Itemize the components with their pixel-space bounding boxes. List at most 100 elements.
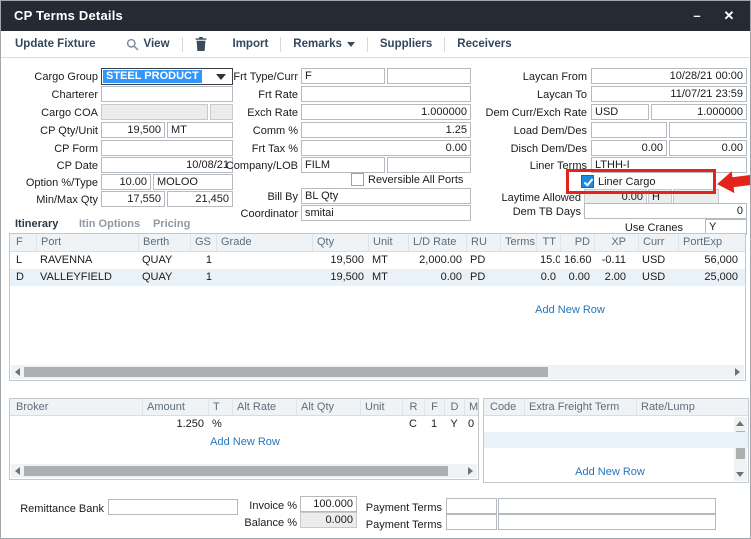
payment-terms-2-code-field[interactable] [446,514,497,530]
grid-cell[interactable]: 2.00 [594,269,630,286]
column-header[interactable]: Broker [12,399,142,415]
frt-tax-field[interactable]: 0.00 [301,140,471,156]
column-header[interactable]: Alt Rate [232,399,296,415]
column-header[interactable]: Curr [638,234,678,251]
grid-cell[interactable]: 0 [464,416,478,432]
grid-cell[interactable]: % [208,416,232,432]
grid-cell[interactable] [636,416,734,432]
scroll-left-icon[interactable] [15,467,20,475]
exch-rate-field[interactable]: 1.000000 [301,104,471,120]
frt-type-field[interactable]: F [301,68,385,84]
grid-cell[interactable] [216,269,312,286]
frt-rate-field[interactable] [301,86,471,102]
column-header[interactable]: Port [36,234,136,251]
update-fixture-button[interactable]: Update Fixture [15,38,96,50]
grid-cell[interactable] [486,416,524,432]
payment-terms-2-field[interactable] [498,514,716,530]
grid-cell[interactable]: VALLEYFIELD [36,269,136,286]
grid-cell[interactable] [216,252,312,269]
table-row[interactable] [484,416,748,432]
column-header[interactable]: R [402,399,424,415]
disch-dem-field[interactable]: 0.00 [591,140,667,156]
column-header[interactable]: F [424,399,444,415]
reversible-all-ports-checkbox[interactable] [351,173,364,186]
load-des-field[interactable] [669,122,747,138]
grid-cell[interactable]: 1.250 [142,416,208,432]
column-header[interactable]: PD [560,234,594,251]
frt-curr-field[interactable] [387,68,471,84]
column-header[interactable]: T [208,399,232,415]
cp-qty-field[interactable]: 19,500 [101,122,165,138]
column-header[interactable]: Qty [312,234,368,251]
column-header[interactable]: GS [190,234,216,251]
column-header[interactable]: XP [594,234,630,251]
column-header[interactable]: L/D Rate [408,234,466,251]
laycan-from-field[interactable]: 10/28/21 00:00 [591,68,747,84]
grid-cell[interactable]: 0.00 [408,269,466,286]
scroll-right-icon[interactable] [468,467,473,475]
scroll-down-icon[interactable] [736,472,744,477]
scrollbar-thumb[interactable] [24,466,448,476]
receivers-button[interactable]: Receivers [457,38,511,50]
grid-cell[interactable]: C [402,416,424,432]
grid-cell[interactable]: 1 [424,416,444,432]
column-header[interactable]: RU [466,234,500,251]
min-qty-field[interactable]: 17,550 [101,191,165,207]
grid-cell[interactable]: MT [368,269,408,286]
grid-cell[interactable]: Y [444,416,464,432]
bill-by-field[interactable]: BL Qty [301,188,471,204]
grid-cell[interactable]: 19,500 [312,269,368,286]
option-type-field[interactable]: MOLOO [153,174,233,190]
payment-terms-1-code-field[interactable] [446,498,497,514]
grid-cell[interactable]: 16.60 [560,252,594,269]
scrollbar-thumb[interactable] [24,367,548,377]
grid-cell[interactable]: 56,000 [678,252,742,269]
grid-cell[interactable]: D [12,269,36,286]
column-header[interactable]: Berth [138,234,190,251]
disch-des-field[interactable]: 0.00 [669,140,747,156]
scroll-left-icon[interactable] [15,368,20,376]
import-button[interactable]: Import [233,38,269,50]
column-header[interactable]: Unit [368,234,408,251]
grid-cell[interactable] [500,252,536,269]
column-header[interactable]: PortExp [678,234,742,251]
tab-pricing[interactable]: Pricing [153,218,190,230]
column-header[interactable]: F [12,234,36,251]
column-header[interactable]: Extra Freight Term [524,399,636,415]
dem-curr-field[interactable]: USD [591,104,649,120]
grid-cell[interactable]: 0.00 [560,269,594,286]
add-new-row-link[interactable]: Add New Row [484,466,736,478]
remarks-button[interactable]: Remarks [293,38,355,50]
grid-cell[interactable]: -0.11 [594,252,630,269]
grid-cell[interactable]: 25,000 [678,269,742,286]
payment-terms-1-field[interactable] [498,498,716,514]
column-header[interactable]: Amount [142,399,208,415]
grid-cell[interactable]: PD [466,269,500,286]
tab-itin-options[interactable]: Itin Options [79,218,140,230]
grid-cell[interactable] [296,416,360,432]
grid-cell[interactable]: PD [466,252,500,269]
view-button[interactable]: View [126,38,170,51]
column-header[interactable]: M [464,399,478,415]
grid-cell[interactable] [12,416,142,432]
grid-cell[interactable]: QUAY [138,269,190,286]
comm-pct-field[interactable]: 1.25 [301,122,471,138]
grid-cell[interactable] [360,416,402,432]
grid-cell[interactable]: 2,000.00 [408,252,466,269]
option-pct-field[interactable]: 10.00 [101,174,151,190]
delete-button[interactable] [195,37,207,51]
grid-cell[interactable]: 1 [190,252,216,269]
company-field[interactable]: FILM [301,157,385,173]
grid-cell[interactable]: MT [368,252,408,269]
grid-cell[interactable]: 19,500 [312,252,368,269]
column-header[interactable]: Rate/Lump [636,399,734,415]
grid-cell[interactable]: 1 [190,269,216,286]
table-row[interactable]: 1.250% C1Y0 [10,416,478,432]
column-header[interactable]: Code [486,399,524,415]
horizontal-scrollbar[interactable] [11,464,477,478]
dem-exch-rate-field[interactable]: 1.000000 [651,104,747,120]
dem-tb-days-field[interactable]: 0 [584,203,747,219]
grid-cell[interactable] [524,432,636,448]
add-new-row-link[interactable]: Add New Row [490,304,650,316]
table-row[interactable]: LRAVENNAQUAY119,500MT2,000.00PD15.016.60… [10,252,745,269]
